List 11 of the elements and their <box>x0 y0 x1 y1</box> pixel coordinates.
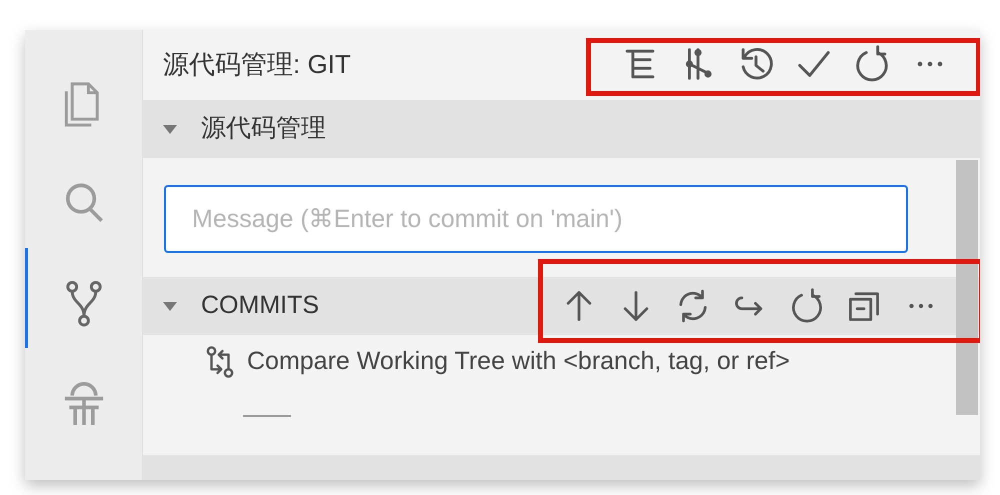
placeholder-line <box>243 415 291 417</box>
section-header[interactable]: 源代码管理 <box>143 100 980 158</box>
commit-message-field[interactable]: Message (⌘Enter to commit on 'main') <box>164 185 908 253</box>
section-header[interactable]: COMMITS <box>143 277 980 335</box>
section-title: COMMITS <box>201 290 320 322</box>
section-title: 源代码管理 <box>201 113 326 144</box>
chevron-icon[interactable] <box>163 302 177 310</box>
chevron-icon[interactable] <box>163 124 177 134</box>
panel-title: 源代码管理: GIT <box>163 48 351 80</box>
scrollbar[interactable] <box>956 160 978 415</box>
compare-item[interactable]: Compare Working Tree with <branch, tag, or ref> <box>247 343 790 381</box>
